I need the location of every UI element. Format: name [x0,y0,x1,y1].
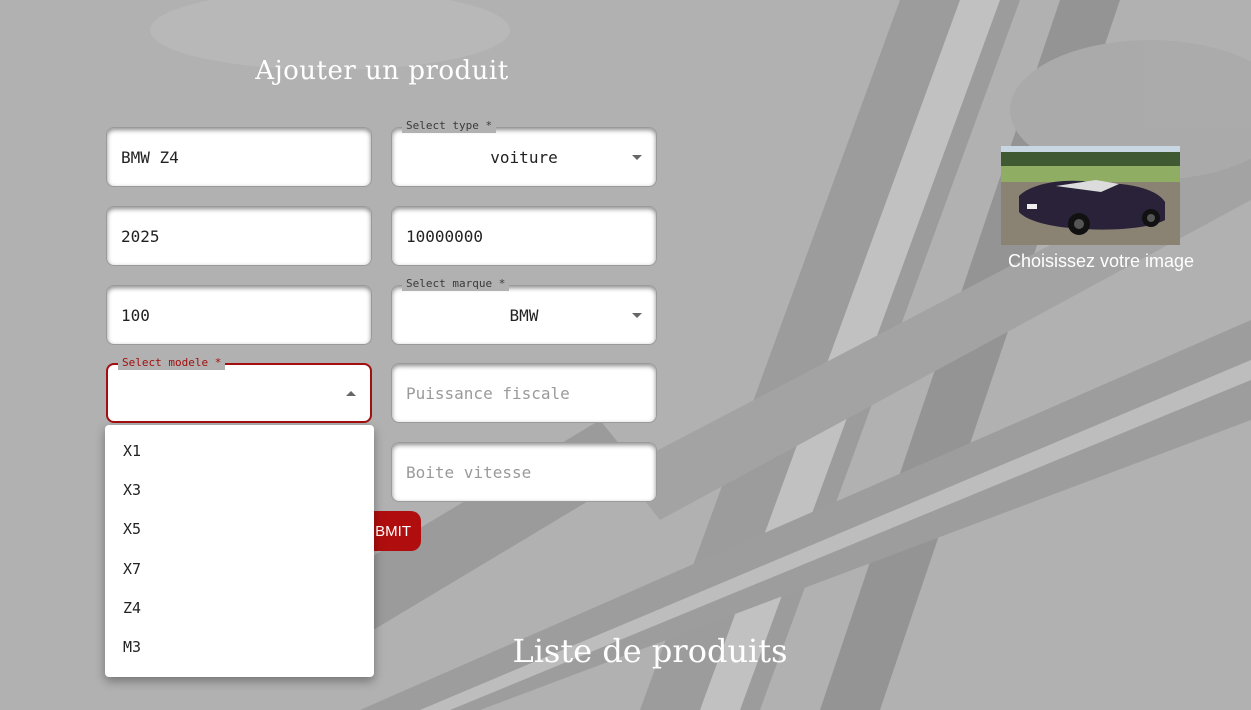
dropdown-option-z4[interactable]: Z4 [105,588,374,627]
chevron-down-icon [632,313,642,318]
image-caption[interactable]: Choisissez votre image [980,251,1222,272]
marque-select[interactable]: Select marque * BMW [391,277,657,345]
type-select[interactable]: Select type * voiture [391,119,657,187]
form-title: Ajouter un produit [255,56,509,86]
price-input[interactable] [392,207,656,265]
product-image-preview[interactable] [1001,146,1180,245]
car-image [1001,146,1180,245]
boite-field[interactable] [391,442,657,502]
modele-select[interactable]: Select modele * [106,356,372,423]
dropdown-option-x5[interactable]: X5 [105,510,374,549]
puissance-field[interactable] [391,363,657,423]
dropdown-option-x7[interactable]: X7 [105,549,374,588]
modele-dropdown-menu: X1 X3 X5 X7 Z4 M3 [105,425,374,677]
boite-input[interactable] [392,443,656,501]
modele-select-value [108,365,370,421]
mileage-field[interactable] [106,285,372,345]
type-select-value: voiture [490,147,558,167]
dropdown-option-x1[interactable]: X1 [105,431,374,470]
marque-select-value: BMW [509,305,539,325]
product-list-title: Liste de produits [512,632,788,670]
price-field[interactable] [391,206,657,266]
name-input[interactable] [107,128,371,186]
dropdown-option-m3[interactable]: M3 [105,627,374,666]
year-input[interactable] [107,207,371,265]
name-field[interactable] [106,127,372,187]
year-field[interactable] [106,206,372,266]
mileage-input[interactable] [107,286,371,344]
dropdown-option-x3[interactable]: X3 [105,470,374,509]
chevron-up-icon [346,391,356,396]
puissance-input[interactable] [392,364,656,422]
chevron-down-icon [632,155,642,160]
